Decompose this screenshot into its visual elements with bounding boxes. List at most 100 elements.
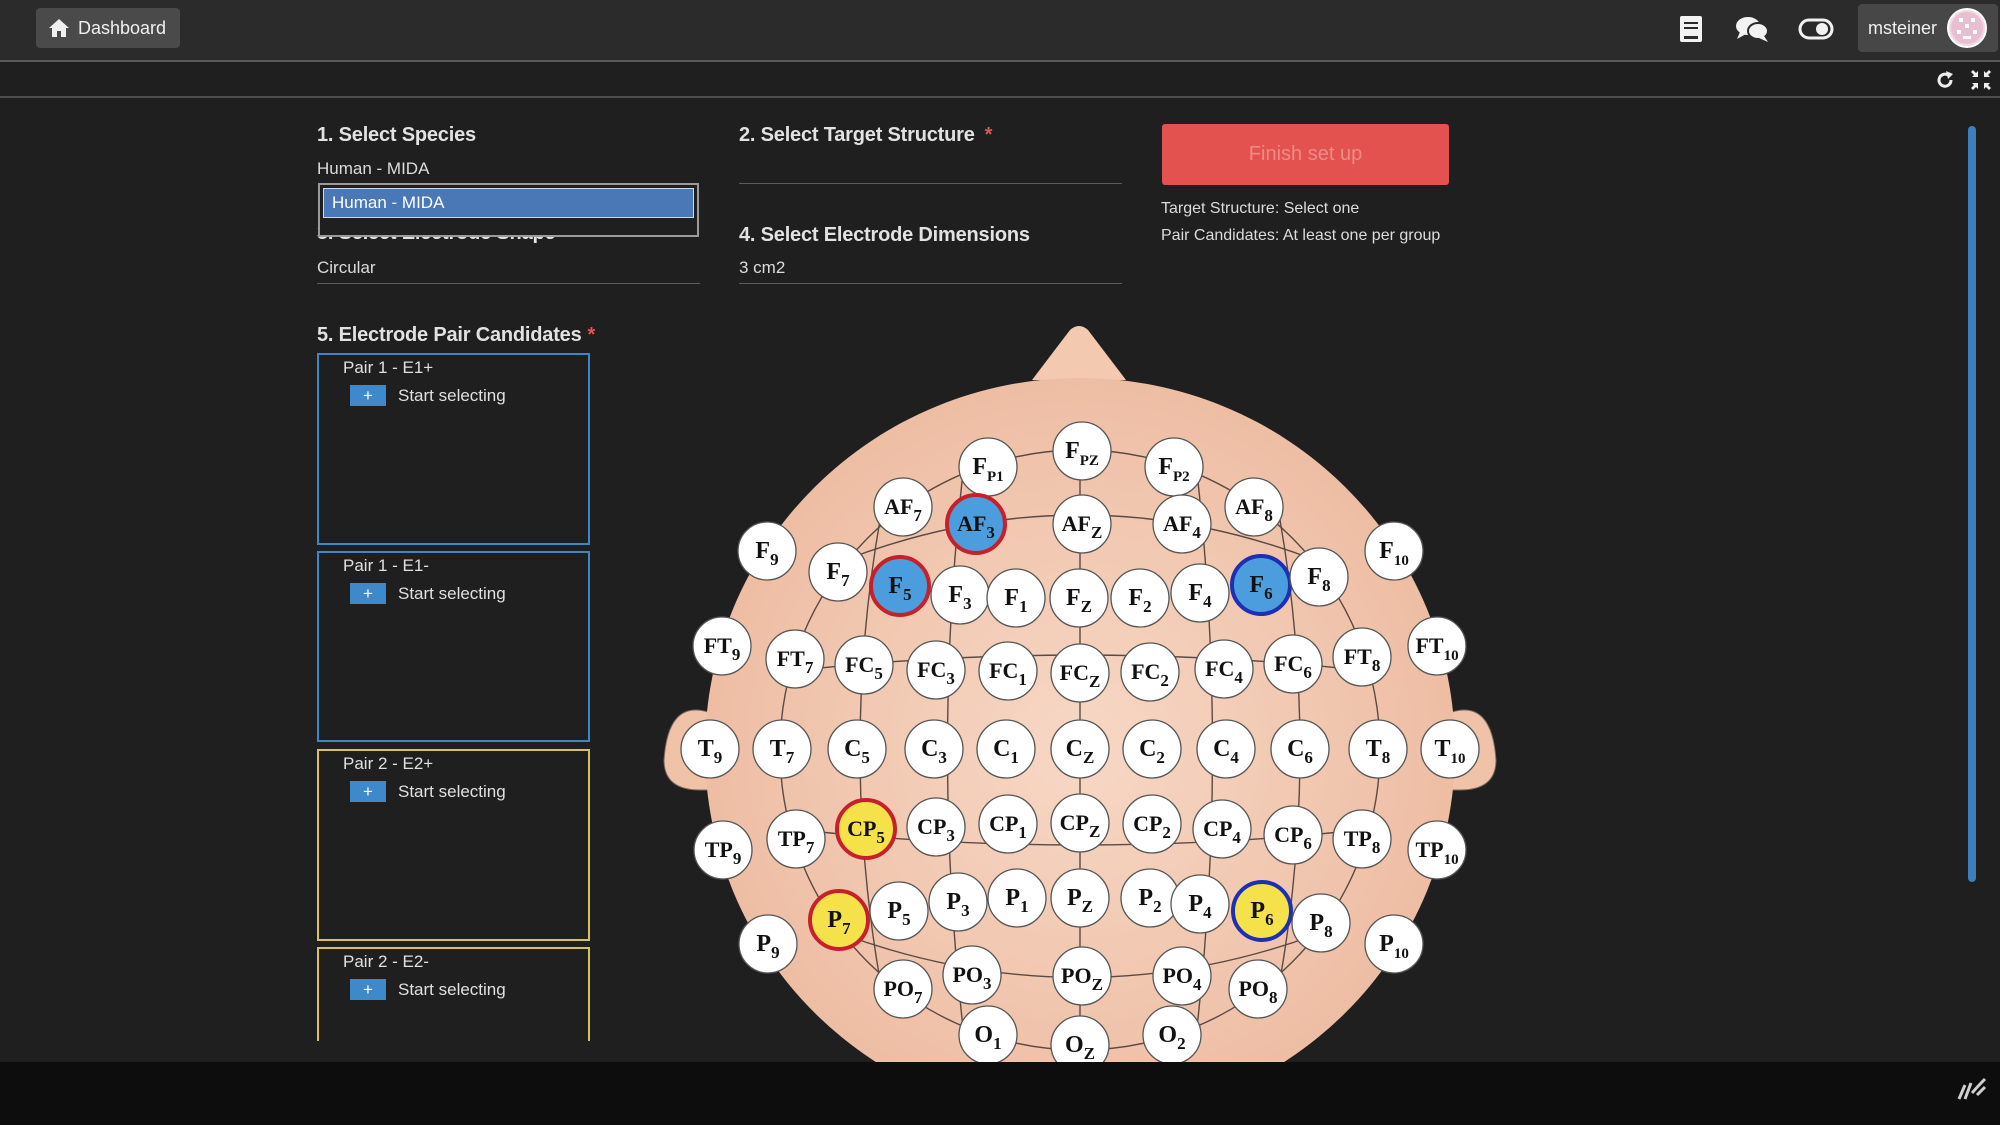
electrode-f9[interactable]: F9 [737, 521, 797, 581]
electrode-af4[interactable]: AF4 [1152, 494, 1212, 554]
finish-setup-button[interactable]: Finish set up [1162, 124, 1449, 185]
dimensions-title: 4. Select Electrode Dimensions [739, 224, 1030, 246]
electrode-fc6[interactable]: FC6 [1263, 634, 1323, 694]
electrode-fp2[interactable]: FP2 [1144, 437, 1204, 497]
electrode-fc3[interactable]: FC3 [906, 640, 966, 700]
electrode-p8[interactable]: P8 [1291, 893, 1351, 953]
electrode-ft9[interactable]: FT9 [692, 616, 752, 676]
electrode-f10[interactable]: F10 [1364, 521, 1424, 581]
electrode-afz[interactable]: AFZ [1052, 494, 1112, 554]
dashboard-button[interactable]: Dashboard [36, 8, 181, 48]
pair-label: Pair 1 - E1- [343, 556, 429, 575]
electrode-p3[interactable]: P3 [928, 872, 988, 932]
toggle-icon[interactable] [1798, 12, 1834, 46]
electrode-f6[interactable]: F6 [1230, 554, 1292, 616]
electrode-ft10[interactable]: FT10 [1407, 616, 1467, 676]
electrode-c3[interactable]: C3 [904, 719, 964, 779]
electrode-poz[interactable]: POZ [1052, 946, 1112, 1006]
electrode-cp2[interactable]: CP2 [1122, 794, 1182, 854]
electrode-f5[interactable]: F5 [869, 555, 931, 617]
book-icon[interactable] [1673, 12, 1709, 46]
electrode-p9[interactable]: P9 [738, 914, 798, 974]
electrode-cp3[interactable]: CP3 [906, 797, 966, 857]
electrode-tp7[interactable]: TP7 [766, 809, 826, 869]
electrode-t9[interactable]: T9 [680, 719, 740, 779]
electrode-p2[interactable]: P2 [1120, 868, 1180, 928]
dashboard-label: Dashboard [78, 17, 167, 38]
electrode-cp6[interactable]: CP6 [1263, 805, 1323, 865]
electrode-p6[interactable]: P6 [1231, 880, 1293, 942]
electrode-cpz[interactable]: CPZ [1050, 793, 1110, 853]
electrode-po7[interactable]: PO7 [873, 959, 933, 1019]
electrode-fpz[interactable]: FPZ [1052, 421, 1112, 481]
start-selecting-button[interactable]: + Start selecting [350, 583, 506, 604]
electrode-t10[interactable]: T10 [1420, 719, 1480, 779]
electrode-p4[interactable]: P4 [1170, 874, 1230, 934]
electrode-cz[interactable]: CZ [1050, 719, 1110, 779]
electrode-c6[interactable]: C6 [1270, 719, 1330, 779]
electrode-f7[interactable]: F7 [808, 542, 868, 602]
electrode-cp4[interactable]: CP4 [1192, 799, 1252, 859]
electrode-f4[interactable]: F4 [1170, 563, 1230, 623]
user-menu-button[interactable]: msteiner [1858, 4, 1998, 52]
electrode-t8[interactable]: T8 [1348, 719, 1408, 779]
target-select[interactable] [739, 159, 1122, 181]
collapse-icon[interactable] [1969, 68, 1993, 92]
electrode-f3[interactable]: F3 [930, 565, 990, 625]
electrode-tp9[interactable]: TP9 [693, 820, 753, 880]
electrode-c4[interactable]: C4 [1196, 719, 1256, 779]
plus-icon: + [350, 979, 386, 1000]
start-selecting-button[interactable]: + Start selecting [350, 781, 506, 802]
electrode-po3[interactable]: PO3 [942, 945, 1002, 1005]
electrode-fz[interactable]: FZ [1049, 568, 1109, 628]
electrode-t7[interactable]: T7 [752, 719, 812, 779]
required-mark: * [984, 124, 993, 146]
electrode-af8[interactable]: AF8 [1224, 477, 1284, 537]
chat-icon[interactable] [1734, 12, 1770, 46]
electrode-af7[interactable]: AF7 [873, 477, 933, 537]
electrode-head-map: FPZ FP1 FP2 AF7 AF3 AFZ AF4AF8 F9 F7 F5 F3 F1 FZ F2F4… [663, 326, 1497, 1062]
electrode-c5[interactable]: C5 [827, 719, 887, 779]
pair-1-e1-minus-box: Pair 1 - E1- + Start selecting [317, 551, 590, 742]
electrode-c2[interactable]: C2 [1122, 719, 1182, 779]
electrode-po8[interactable]: PO8 [1228, 959, 1288, 1019]
species-option[interactable]: Human - MIDA [323, 188, 694, 218]
electrode-p7[interactable]: P7 [808, 889, 870, 951]
electrode-f1[interactable]: F1 [986, 568, 1046, 628]
electrode-p5[interactable]: P5 [869, 881, 929, 941]
electrode-c1[interactable]: C1 [976, 719, 1036, 779]
electrode-f8[interactable]: F8 [1289, 547, 1349, 607]
electrode-fc4[interactable]: FC4 [1194, 639, 1254, 699]
electrode-f2[interactable]: F2 [1110, 568, 1170, 628]
electrode-ft8[interactable]: FT8 [1332, 627, 1392, 687]
electrode-p10[interactable]: P10 [1364, 914, 1424, 974]
electrode-af3[interactable]: AF3 [945, 493, 1007, 555]
target-title: 2. Select Target Structure * [739, 124, 993, 146]
refresh-icon[interactable] [1933, 68, 1957, 92]
electrode-fp1[interactable]: FP1 [958, 437, 1018, 497]
shape-select[interactable]: Circular [317, 258, 376, 278]
electrode-ft7[interactable]: FT7 [765, 629, 825, 689]
electrode-fc1[interactable]: FC1 [978, 641, 1038, 701]
electrode-fc5[interactable]: FC5 [834, 635, 894, 695]
species-select[interactable]: Human - MIDA [317, 159, 429, 179]
bottom-bar [0, 1062, 2000, 1125]
electrode-o2[interactable]: O2 [1142, 1005, 1202, 1062]
electrode-tp8[interactable]: TP8 [1332, 809, 1392, 869]
electrode-tp10[interactable]: TP10 [1407, 820, 1467, 880]
dimensions-underline [739, 283, 1122, 284]
electrode-fcz[interactable]: FCZ [1050, 643, 1110, 703]
electrode-pz[interactable]: PZ [1050, 868, 1110, 928]
pair-1-e1-plus-box: Pair 1 - E1+ + Start selecting [317, 353, 590, 545]
electrode-fc2[interactable]: FC2 [1120, 642, 1180, 702]
scrollbar[interactable] [1968, 126, 1976, 882]
electrode-cp5[interactable]: CP5 [835, 798, 897, 860]
electrode-cp1[interactable]: CP1 [978, 794, 1038, 854]
start-selecting-button[interactable]: + Start selecting [350, 385, 506, 406]
target-underline [739, 183, 1122, 184]
start-selecting-button[interactable]: + Start selecting [350, 979, 506, 1000]
electrode-po4[interactable]: PO4 [1152, 946, 1212, 1006]
electrode-o1[interactable]: O1 [958, 1005, 1018, 1062]
electrode-p1[interactable]: P1 [987, 868, 1047, 928]
dimensions-select[interactable]: 3 cm2 [739, 258, 785, 278]
